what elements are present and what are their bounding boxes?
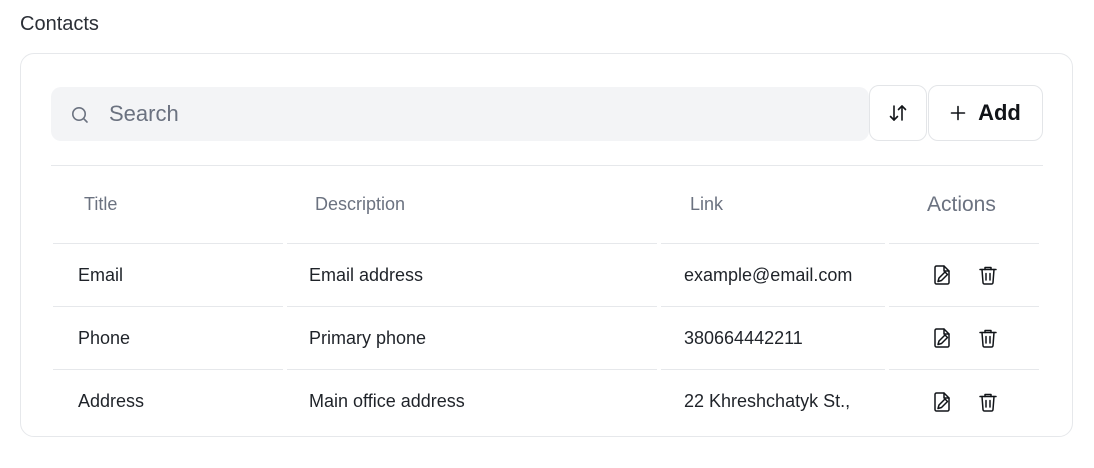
edit-icon	[934, 328, 950, 348]
table-header: Title Description Link Actions	[51, 166, 1043, 244]
plus-icon	[950, 105, 966, 121]
add-button-label: Add	[978, 100, 1021, 125]
page-title: Contacts	[20, 13, 99, 35]
column-header-actions: Actions	[889, 166, 1039, 244]
cell-link: 380664442211	[661, 307, 885, 370]
delete-button[interactable]	[975, 262, 1001, 288]
edit-button[interactable]	[929, 325, 955, 351]
sort-arrows-icon	[889, 105, 907, 121]
delete-button[interactable]	[975, 389, 1001, 415]
search-input[interactable]	[109, 87, 849, 141]
delete-button[interactable]	[975, 325, 1001, 351]
cell-actions	[889, 244, 1039, 307]
table-row: Phone Primary phone 380664442211	[51, 307, 1043, 370]
table-row: Email Email address example@email.com	[51, 244, 1043, 307]
trash-icon	[979, 266, 997, 285]
column-header-title: Title	[53, 166, 283, 244]
cell-description: Email address	[287, 244, 657, 307]
edit-icon	[934, 265, 950, 285]
edit-button[interactable]	[929, 389, 955, 415]
column-header-description: Description	[287, 166, 657, 244]
edit-icon	[934, 391, 950, 412]
cell-actions	[889, 307, 1039, 370]
cell-actions	[889, 370, 1039, 433]
search-box[interactable]	[51, 87, 869, 141]
cell-title: Phone	[53, 307, 283, 370]
cell-description: Main office address	[309, 391, 465, 411]
table-row: Address Main office address 22 Khreshcha…	[51, 370, 1043, 433]
search-icon	[72, 107, 88, 123]
toolbar: Add	[51, 85, 1043, 141]
contacts-table: Title Description Link Actions Email Ema…	[51, 165, 1043, 433]
cell-description: Primary phone	[287, 307, 657, 370]
contacts-card: Add Title Description Link Actions Email…	[20, 53, 1073, 437]
cell-link: example@email.com	[661, 244, 885, 307]
column-header-link: Link	[661, 166, 885, 244]
cell-title: Email	[53, 244, 283, 307]
sort-button[interactable]	[869, 85, 927, 141]
add-button[interactable]: Add	[928, 85, 1043, 141]
trash-icon	[979, 393, 997, 412]
trash-icon	[979, 329, 997, 348]
cell-title: Address	[78, 391, 145, 411]
edit-button[interactable]	[929, 262, 955, 288]
cell-link: 22 Khreshchatyk St.,	[684, 391, 851, 411]
